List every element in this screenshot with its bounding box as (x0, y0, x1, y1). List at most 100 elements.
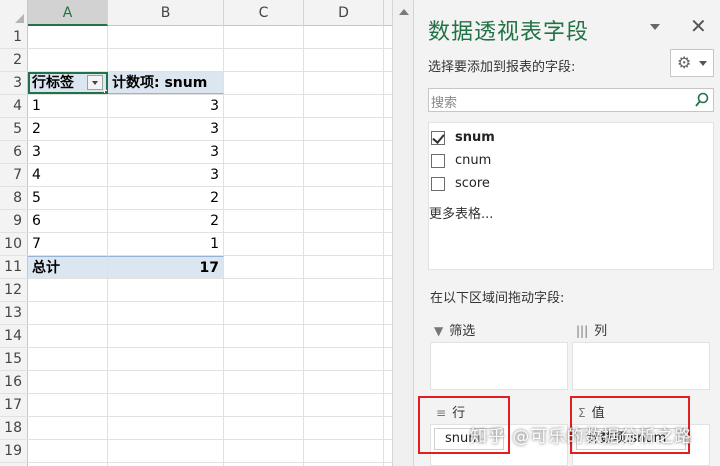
row-header[interactable]: 14 (0, 325, 28, 347)
pivot-grand-total-value[interactable]: 17 (108, 256, 224, 278)
field-item-score[interactable]: score (431, 175, 631, 195)
cell[interactable] (28, 394, 108, 416)
pivot-value[interactable]: 3 (108, 141, 224, 163)
pivot-value[interactable]: 2 (108, 210, 224, 232)
cell[interactable] (304, 256, 384, 278)
more-tables-link[interactable]: 更多表格... (429, 203, 493, 222)
pivot-grand-total-label[interactable]: 总计 (28, 256, 108, 278)
row-header[interactable]: 2 (0, 49, 28, 71)
row-header[interactable]: 12 (0, 279, 28, 301)
cell[interactable] (224, 141, 304, 163)
vertical-scrollbar[interactable] (392, 0, 414, 466)
cell[interactable] (108, 302, 224, 324)
cell[interactable] (304, 49, 384, 71)
columns-drop-zone[interactable] (572, 342, 710, 390)
pivot-value[interactable]: 3 (108, 118, 224, 140)
cell[interactable] (108, 417, 224, 439)
cell[interactable] (28, 279, 108, 301)
pivot-row-label[interactable]: 3 (28, 141, 108, 163)
cell[interactable] (224, 417, 304, 439)
search-icon[interactable] (695, 92, 709, 108)
cell[interactable] (224, 371, 304, 393)
pivot-row-label[interactable]: 7 (28, 233, 108, 255)
cell[interactable] (224, 164, 304, 186)
row-header[interactable]: 4 (0, 95, 28, 117)
cell[interactable] (108, 49, 224, 71)
pivot-row-labels-header[interactable]: 行标签 (28, 72, 108, 94)
row-header[interactable]: 9 (0, 210, 28, 232)
pivot-value[interactable]: 3 (108, 164, 224, 186)
cell[interactable] (304, 95, 384, 117)
column-header-b[interactable]: B (108, 0, 224, 26)
field-checkbox[interactable] (431, 177, 445, 191)
cell[interactable] (28, 302, 108, 324)
row-header[interactable]: 16 (0, 371, 28, 393)
cell[interactable] (224, 72, 304, 94)
cell[interactable] (224, 187, 304, 209)
cell[interactable] (108, 325, 224, 347)
cell[interactable] (108, 394, 224, 416)
cell[interactable] (28, 417, 108, 439)
cell[interactable] (304, 348, 384, 370)
column-header-a[interactable]: A (28, 0, 108, 26)
cell[interactable] (224, 394, 304, 416)
pane-options-chevron-icon[interactable] (650, 24, 660, 30)
spreadsheet-grid[interactable]: A B C D 1 2 3 行标签 计数项: snum 4 1 3 5 2 3 … (0, 0, 392, 466)
pivot-row-label[interactable]: 5 (28, 187, 108, 209)
pivot-row-label[interactable]: 6 (28, 210, 108, 232)
cell[interactable] (304, 394, 384, 416)
cell[interactable] (28, 325, 108, 347)
cell[interactable] (108, 371, 224, 393)
cell[interactable] (304, 210, 384, 232)
cell[interactable] (28, 371, 108, 393)
cell[interactable] (224, 210, 304, 232)
cell[interactable] (224, 325, 304, 347)
column-header-d[interactable]: D (304, 0, 384, 26)
cell[interactable] (304, 440, 384, 462)
cell[interactable] (304, 141, 384, 163)
cell[interactable] (304, 187, 384, 209)
cell[interactable] (304, 164, 384, 186)
cell[interactable] (224, 256, 304, 278)
filter-dropdown-button[interactable] (87, 75, 103, 90)
row-header[interactable]: 17 (0, 394, 28, 416)
row-header[interactable]: 11 (0, 256, 28, 278)
row-header[interactable]: 3 (0, 72, 28, 94)
row-header[interactable]: 18 (0, 417, 28, 439)
cell[interactable] (28, 440, 108, 462)
select-all-corner[interactable] (0, 0, 28, 26)
cell[interactable] (224, 49, 304, 71)
field-item-snum[interactable]: snum (431, 129, 631, 149)
cell[interactable] (304, 26, 384, 48)
cell[interactable] (224, 440, 304, 462)
cell[interactable] (304, 302, 384, 324)
tools-button[interactable]: ⚙ (670, 49, 714, 77)
field-checkbox[interactable] (431, 131, 445, 145)
row-header[interactable]: 6 (0, 141, 28, 163)
cell[interactable] (304, 325, 384, 347)
cell[interactable] (304, 233, 384, 255)
pivot-value-header[interactable]: 计数项: snum (108, 72, 224, 94)
pivot-value[interactable]: 1 (108, 233, 224, 255)
row-header[interactable]: 19 (0, 440, 28, 462)
cell[interactable] (28, 348, 108, 370)
cell[interactable] (304, 72, 384, 94)
field-item-cnum[interactable]: cnum (431, 152, 631, 172)
cell[interactable] (28, 26, 108, 48)
fill-handle[interactable] (104, 90, 107, 93)
pivot-row-label[interactable]: 2 (28, 118, 108, 140)
row-header[interactable]: 5 (0, 118, 28, 140)
field-checkbox[interactable] (431, 154, 445, 168)
cell[interactable] (224, 95, 304, 117)
column-header-c[interactable]: C (224, 0, 304, 26)
cell[interactable] (108, 279, 224, 301)
row-header[interactable]: 1 (0, 26, 28, 48)
cell[interactable] (224, 302, 304, 324)
cell[interactable] (108, 26, 224, 48)
pivot-row-label[interactable]: 4 (28, 164, 108, 186)
cell[interactable] (224, 233, 304, 255)
close-icon[interactable]: ✕ (690, 14, 707, 38)
cell[interactable] (304, 371, 384, 393)
cell[interactable] (28, 49, 108, 71)
pivot-row-label[interactable]: 1 (28, 95, 108, 117)
